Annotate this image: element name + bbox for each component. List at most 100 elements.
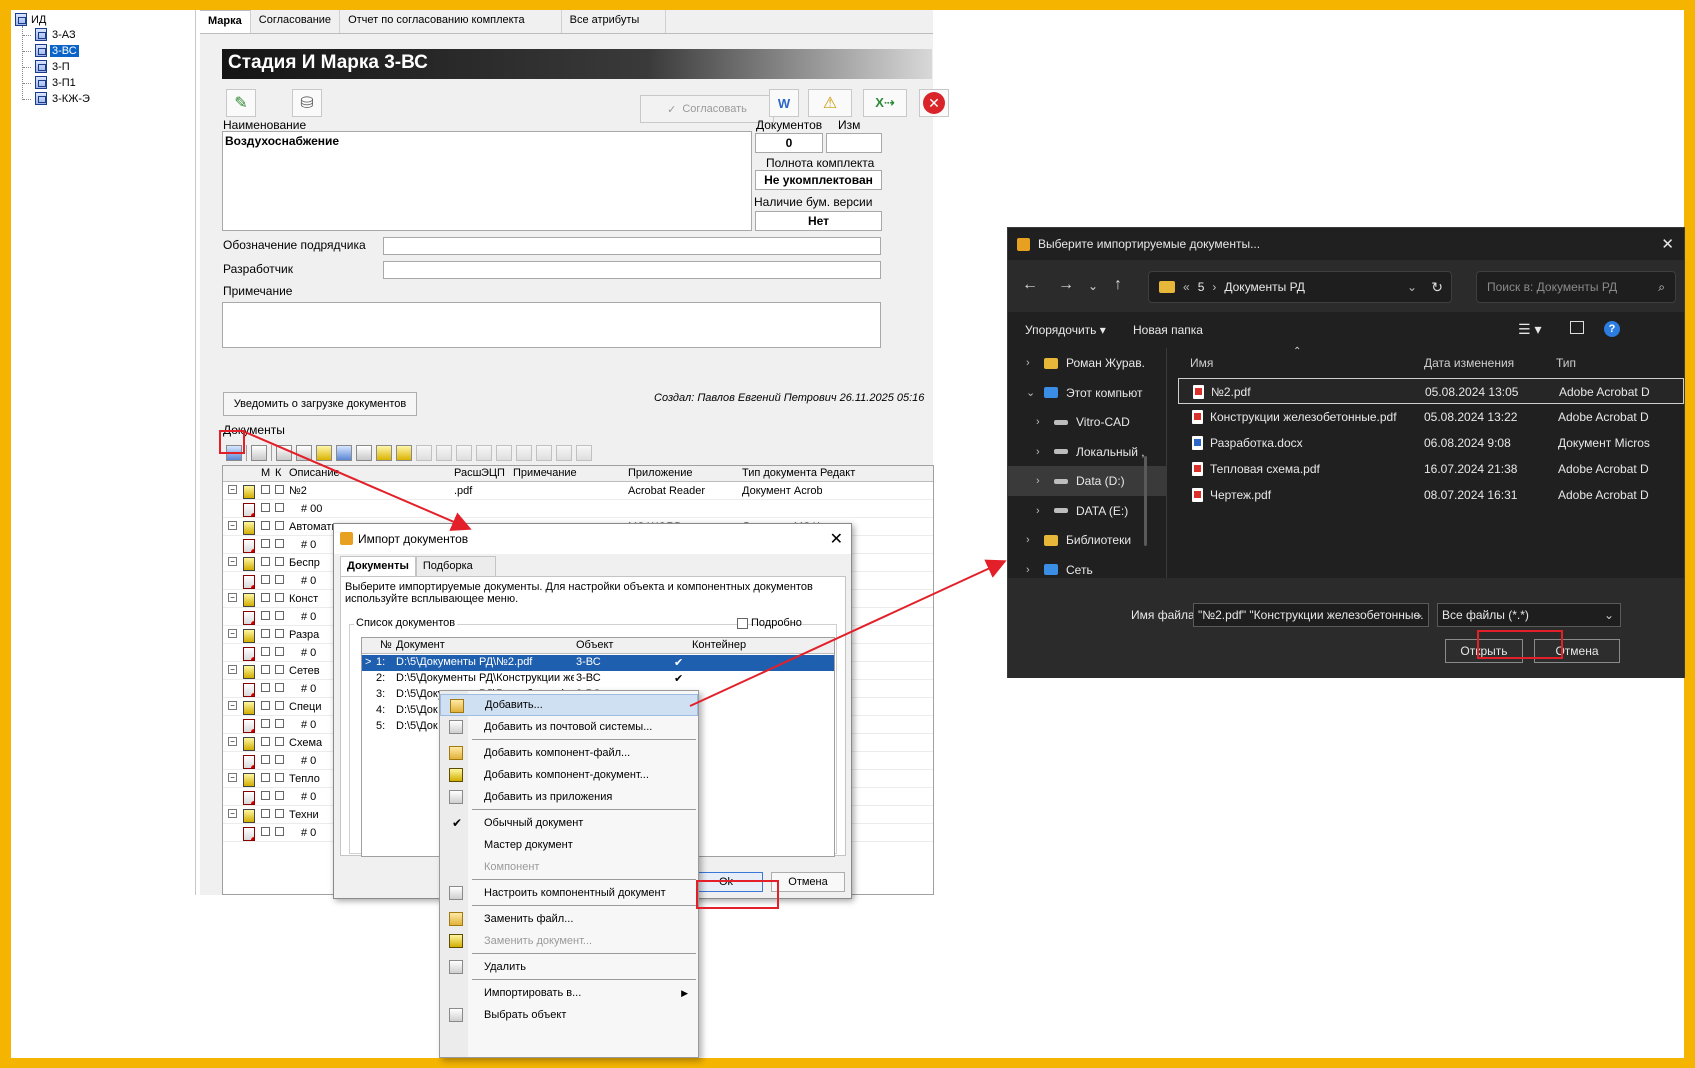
compare-icon[interactable]: [536, 445, 552, 461]
approve-button[interactable]: ✓ Согласовать: [640, 95, 774, 123]
checkbox-k[interactable]: [275, 665, 284, 674]
close-icon[interactable]: ✕: [1661, 235, 1674, 253]
tab-approval[interactable]: Согласование: [250, 10, 341, 33]
collapse-icon[interactable]: −: [228, 773, 237, 782]
table-row[interactable]: − №2 .pdf Acrobat Reader Документ Acroba: [223, 483, 933, 500]
view-options-icon[interactable]: ☰ ▾: [1518, 321, 1541, 338]
checkbox-k[interactable]: [275, 521, 284, 530]
tree-root[interactable]: ИД: [15, 13, 46, 26]
collapse-icon[interactable]: −: [228, 629, 237, 638]
menu-item[interactable]: Добавить из почтовой системы...: [440, 716, 698, 738]
menu-item[interactable]: Добавить компонент-файл...: [440, 742, 698, 764]
database-button[interactable]: ⛁: [292, 89, 322, 117]
nav-pane-item[interactable]: › Vitro-CAD: [1008, 407, 1166, 437]
breadcrumb-segment[interactable]: 5: [1198, 280, 1205, 294]
col-signature[interactable]: ЭЦП: [481, 467, 505, 479]
checkbox-k[interactable]: [275, 539, 284, 548]
table-subrow[interactable]: # 00: [223, 501, 933, 518]
menu-item[interactable]: Мастер документ: [440, 834, 698, 856]
checkbox-m[interactable]: [261, 575, 270, 584]
checkbox-m[interactable]: [261, 503, 270, 512]
scrollbar-thumb[interactable]: [1144, 456, 1147, 546]
breadcrumb-segment[interactable]: Документы РД: [1224, 280, 1305, 294]
checkbox-k[interactable]: [275, 683, 284, 692]
developer-field[interactable]: [383, 261, 881, 279]
tab-approval-report[interactable]: Отчет по согласованию комплекта: [340, 10, 562, 33]
chevron-right-icon[interactable]: ›: [1026, 357, 1030, 369]
document-icon[interactable]: [376, 445, 392, 461]
tab-mark[interactable]: Марка: [200, 10, 251, 33]
checkbox-k[interactable]: [275, 719, 284, 728]
collapse-icon[interactable]: −: [228, 521, 237, 530]
menu-item[interactable]: Выбрать объект: [440, 1004, 698, 1026]
tree-view-icon[interactable]: [336, 445, 352, 461]
close-form-button[interactable]: ✕: [919, 89, 949, 117]
chevron-right-icon[interactable]: ›: [1036, 475, 1040, 487]
checkbox-k[interactable]: [275, 629, 284, 638]
detail-checkbox-box[interactable]: [737, 617, 748, 629]
checkbox-k[interactable]: [275, 791, 284, 800]
checkbox-m[interactable]: [261, 755, 270, 764]
nav-pane-item[interactable]: › Data (D:): [1008, 466, 1166, 496]
file-row[interactable]: Тепловая схема.pdf 16.07.2024 21:38 Adobe …: [1178, 456, 1684, 482]
checkbox-k[interactable]: [275, 557, 284, 566]
chevron-right-icon[interactable]: ›: [1026, 564, 1030, 576]
col-extension[interactable]: Расш: [454, 467, 481, 479]
col-note[interactable]: Примечание: [513, 467, 577, 479]
move-right-icon[interactable]: [476, 445, 492, 461]
contractor-field[interactable]: [383, 237, 881, 255]
collapse-icon[interactable]: −: [228, 665, 237, 674]
checkbox-m[interactable]: [261, 539, 270, 548]
checkbox-m[interactable]: [261, 719, 270, 728]
checkbox-m[interactable]: [261, 629, 270, 638]
checkbox-m[interactable]: [261, 773, 270, 782]
filetype-select[interactable]: Все файлы (*.*) ⌄: [1437, 603, 1621, 627]
recent-dropdown-icon[interactable]: ⌄: [1088, 279, 1098, 293]
checkbox-k[interactable]: [275, 737, 284, 746]
col-container[interactable]: Контейнер: [692, 639, 746, 651]
list-item[interactable]: >1: D:\5\Документы РД\№2.pdf 3-ВС ✔: [362, 655, 834, 671]
collapse-icon[interactable]: −: [228, 701, 237, 710]
col-object[interactable]: Объект: [576, 639, 613, 651]
tree-node[interactable]: 3-КЖ-Э: [35, 92, 92, 105]
checkbox-k[interactable]: [275, 647, 284, 656]
col-editor[interactable]: Редакт: [820, 467, 855, 479]
checkbox-m[interactable]: [261, 683, 270, 692]
checkbox-m[interactable]: [261, 611, 270, 620]
nav-pane-item[interactable]: › Роман Журав.: [1008, 348, 1166, 378]
find-icon[interactable]: [436, 445, 452, 461]
collapse-icon[interactable]: −: [228, 557, 237, 566]
chevron-down-icon[interactable]: ⌄: [1026, 386, 1035, 399]
new-folder-button[interactable]: Новая папка: [1133, 323, 1203, 337]
menu-item[interactable]: Заменить файл...: [440, 908, 698, 930]
note-field[interactable]: [222, 302, 881, 348]
search-input[interactable]: Поиск в: Документы РД ⌕: [1476, 271, 1676, 303]
up-arrow-icon[interactable]: ↑: [1114, 276, 1122, 294]
move-left-icon[interactable]: [456, 445, 472, 461]
nav-pane-item[interactable]: ⌄ Этот компьют: [1008, 378, 1166, 408]
col-application[interactable]: Приложение: [628, 467, 693, 479]
document-search-icon[interactable]: [396, 445, 412, 461]
remove-icon[interactable]: [496, 445, 512, 461]
export-word-button[interactable]: W: [769, 89, 799, 117]
menu-item[interactable]: Импортировать в... ▶: [440, 982, 698, 1004]
chevron-right-icon[interactable]: ›: [1036, 446, 1040, 458]
columns-icon[interactable]: [516, 445, 532, 461]
checkbox-m[interactable]: [261, 701, 270, 710]
nav-pane-item[interactable]: › DATA (E:): [1008, 496, 1166, 526]
notify-upload-button[interactable]: Уведомить о загрузке документов: [223, 392, 417, 416]
col-k[interactable]: К: [275, 467, 281, 479]
file-row[interactable]: Конструкции железобетонные.pdf 05.08.2024…: [1178, 404, 1684, 430]
menu-item[interactable]: Добавить компонент-документ...: [440, 764, 698, 786]
chevron-down-icon[interactable]: ⌄: [1414, 607, 1424, 621]
checkbox-k[interactable]: [275, 773, 284, 782]
menu-item[interactable]: Компонент: [440, 856, 698, 878]
col-number[interactable]: №: [380, 639, 392, 651]
checkbox-k[interactable]: [275, 593, 284, 602]
chevron-right-icon[interactable]: ›: [1036, 416, 1040, 428]
lock-icon[interactable]: [296, 445, 312, 461]
swap-icon[interactable]: [556, 445, 572, 461]
checkbox-m[interactable]: [261, 791, 270, 800]
edit-button[interactable]: ✎: [226, 89, 256, 117]
check-warning-button[interactable]: ⚠: [808, 89, 852, 117]
